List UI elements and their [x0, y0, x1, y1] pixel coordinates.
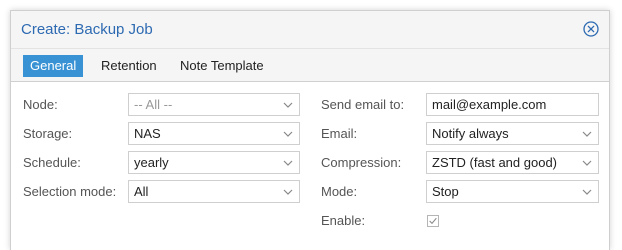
email-select[interactable]: Notify always: [426, 122, 599, 145]
dialog-titlebar: Create: Backup Job: [11, 11, 609, 49]
chevron-down-icon: [283, 160, 293, 166]
schedule-select-value: yearly: [134, 155, 169, 170]
chevron-down-icon: [283, 131, 293, 137]
chevron-down-icon: [283, 102, 293, 108]
selection-mode-select[interactable]: All: [128, 180, 300, 203]
tab-general[interactable]: General: [23, 55, 84, 77]
enable-label: Enable:: [321, 213, 366, 228]
dialog-title: Create: Backup Job: [21, 21, 153, 38]
schedule-label: Schedule:: [23, 155, 81, 170]
schedule-select[interactable]: yearly: [128, 151, 300, 174]
compression-select-value: ZSTD (fast and good): [432, 155, 557, 170]
compression-select[interactable]: ZSTD (fast and good): [426, 151, 599, 174]
chevron-down-icon: [582, 160, 592, 166]
tab-retention[interactable]: Retention: [94, 55, 164, 77]
tab-bar: General Retention Note Template: [11, 49, 609, 82]
send-email-to-field[interactable]: mail@example.com: [426, 93, 599, 116]
storage-label: Storage:: [23, 126, 73, 141]
mode-label: Mode:: [321, 184, 358, 199]
node-select-placeholder: -- All --: [134, 97, 173, 112]
storage-select[interactable]: NAS: [128, 122, 300, 145]
node-label: Node:: [23, 97, 58, 112]
send-email-to-label: Send email to:: [321, 97, 405, 112]
send-email-to-value: mail@example.com: [432, 97, 547, 112]
chevron-down-icon: [582, 189, 592, 195]
mode-select[interactable]: Stop: [426, 180, 599, 203]
email-label: Email:: [321, 126, 358, 141]
chevron-down-icon: [582, 131, 592, 137]
storage-select-value: NAS: [134, 126, 161, 141]
email-select-value: Notify always: [432, 126, 509, 141]
tab-note-template[interactable]: Note Template: [173, 55, 271, 77]
enable-checkbox[interactable]: [427, 215, 439, 227]
mode-select-value: Stop: [432, 184, 459, 199]
chevron-down-icon: [283, 189, 293, 195]
selection-mode-select-value: All: [134, 184, 149, 199]
close-icon[interactable]: [583, 21, 599, 37]
node-select[interactable]: -- All --: [128, 93, 300, 116]
selection-mode-label: Selection mode:: [23, 184, 117, 199]
compression-label: Compression:: [321, 155, 402, 170]
checkmark-icon: [429, 217, 437, 225]
